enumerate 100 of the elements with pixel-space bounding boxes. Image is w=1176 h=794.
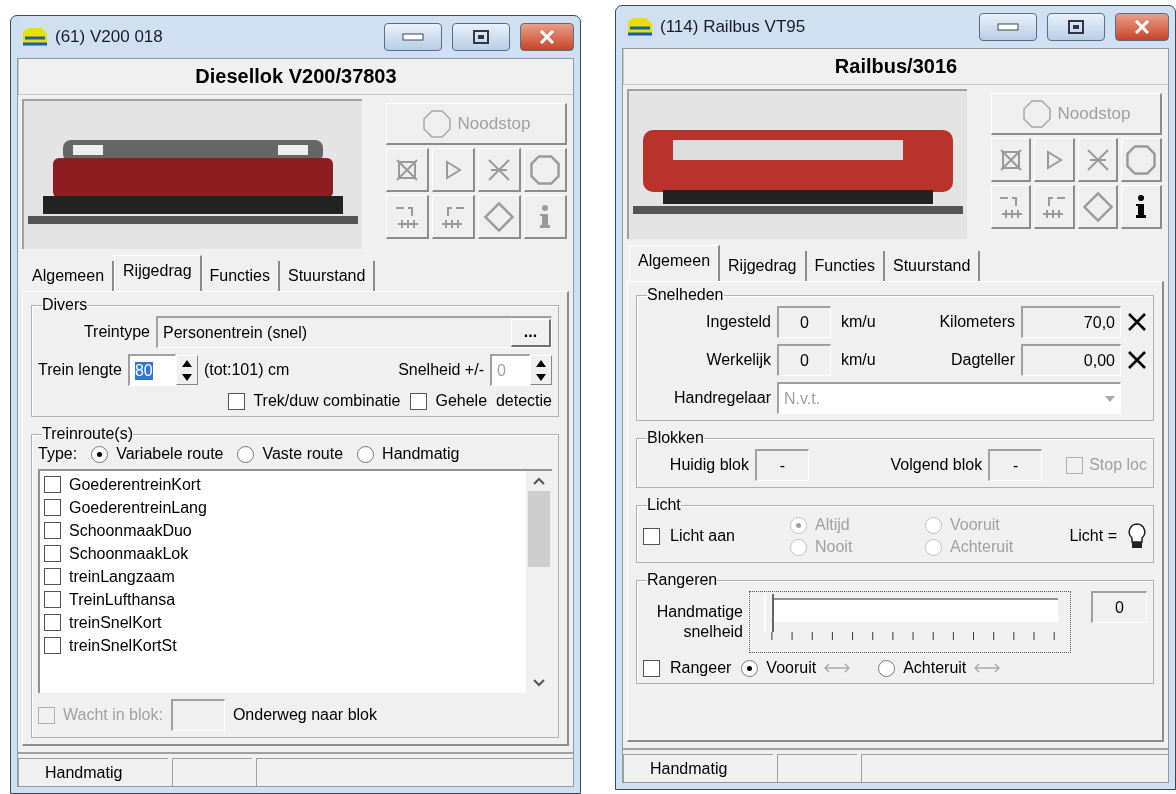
toolbar-button[interactable] (386, 195, 429, 239)
cross-icon[interactable] (1127, 312, 1147, 332)
group-title: Treinroute(s) (42, 425, 133, 443)
close-button[interactable] (520, 23, 574, 51)
field-label: Kilometers (939, 313, 1015, 331)
train-type-field[interactable]: Personentrein (snel) ... (156, 316, 552, 348)
checkbox[interactable] (44, 545, 61, 562)
checkbox[interactable] (643, 659, 660, 677)
checkbox[interactable] (228, 392, 246, 410)
radio-label: Vooruit (950, 516, 1000, 534)
radio-button[interactable] (741, 659, 759, 677)
field-label: Handregelaar (673, 389, 771, 407)
slider-thumb[interactable] (764, 594, 774, 632)
checkbox[interactable] (643, 527, 660, 545)
minimize-button[interactable] (384, 23, 442, 51)
scroll-down-icon (533, 679, 545, 687)
maximize-button[interactable] (452, 23, 510, 51)
window-title: (61) V200 018 (55, 27, 164, 47)
spin-buttons[interactable] (530, 355, 552, 385)
route-name: SchoonmaakLok (69, 544, 189, 563)
route-name: treinSnelKortSt (69, 636, 177, 655)
toolbar-button[interactable] (991, 185, 1032, 229)
restore-icon (473, 30, 489, 44)
radio-button[interactable] (91, 445, 109, 463)
radio-label: Nooit (815, 538, 853, 556)
cross-icon[interactable] (1127, 350, 1147, 370)
train-type-value: Personentrein (snel) (163, 323, 308, 342)
speed-field: 0 (777, 344, 831, 376)
toolbar-button[interactable] (478, 195, 521, 239)
toolbar-button[interactable] (432, 195, 475, 239)
group-title: Divers (42, 296, 88, 314)
field-label: Ingesteld (705, 313, 771, 331)
slider-label: Handmatige snelheid (655, 602, 743, 642)
checkbox[interactable] (44, 614, 61, 631)
length-note: (tot:101) cm (203, 361, 290, 379)
down-arrow-icon (536, 373, 546, 381)
minimize-icon (997, 23, 1019, 31)
checkbox-label: Wacht in blok: (63, 706, 163, 724)
speed-slider[interactable] (749, 591, 1071, 653)
radio-button[interactable] (237, 445, 255, 463)
up-arrow-icon (536, 359, 546, 367)
field-label: Type: (38, 445, 78, 463)
slider-value: 0 (1091, 591, 1147, 623)
group-title: Blokken (647, 429, 704, 447)
checkbox[interactable] (44, 476, 61, 493)
crossed-arrows-icon (1084, 146, 1111, 173)
info-button[interactable] (1121, 185, 1162, 229)
info-icon (538, 203, 552, 230)
double-arrow-icon (974, 663, 1001, 673)
radio-label: Altijd (815, 516, 850, 534)
tab[interactable]: Algemeen (629, 245, 721, 281)
train-logo-icon (626, 16, 654, 38)
group-title: Rangeren (647, 571, 718, 589)
tab[interactable]: Rijgedrag (114, 255, 202, 291)
radio-label: Achteruit (950, 538, 1014, 556)
light-label: Licht = (1069, 527, 1117, 545)
toolbar-button[interactable] (524, 148, 567, 192)
crossed-box-icon (997, 146, 1024, 173)
browse-button[interactable]: ... (511, 318, 551, 347)
info-icon (1134, 193, 1149, 220)
toolbar-button[interactable] (991, 138, 1032, 182)
scroll-up-icon (533, 477, 545, 485)
toolbar-button[interactable] (432, 148, 475, 192)
group-title: Snelheden (647, 286, 724, 304)
radio-button[interactable] (357, 445, 375, 463)
checkbox[interactable] (44, 568, 61, 585)
train-logo-icon (21, 26, 49, 48)
length-input[interactable]: 80 (127, 354, 176, 386)
crossed-arrows-icon (486, 156, 512, 183)
toolbar-button[interactable] (478, 148, 521, 192)
toolbar-button[interactable] (1034, 185, 1075, 229)
close-button[interactable] (1115, 13, 1169, 41)
counter-field: 70,0 (1021, 306, 1121, 338)
field-label: Volgend blok (890, 456, 983, 474)
checkbox[interactable] (44, 522, 61, 539)
field-label: Snelheid +/- (398, 361, 484, 379)
route-name: GoederentreinLang (69, 498, 207, 517)
light-bulb-icon (1127, 522, 1147, 550)
toolbar-button[interactable] (386, 148, 429, 192)
checkbox-label: Licht aan (670, 527, 736, 545)
radio-label: Vaste route (262, 445, 344, 463)
route-name: TreinLufthansa (69, 590, 176, 609)
radio-button[interactable] (878, 659, 896, 677)
close-icon (539, 30, 555, 44)
field-label: Dagteller (950, 351, 1015, 369)
restore-icon (1068, 20, 1084, 34)
checkbox[interactable] (44, 591, 61, 608)
status-text: Onderweg naar blok (232, 706, 377, 724)
double-arrow-icon (824, 663, 851, 673)
minimize-button[interactable] (979, 13, 1037, 41)
checkbox[interactable] (410, 392, 428, 410)
spin-buttons[interactable] (175, 355, 198, 385)
checkbox[interactable] (44, 499, 61, 516)
radio-label: Vooruit (766, 659, 817, 677)
toolbar-button[interactable] (1034, 138, 1075, 182)
radio-label: Variabele route (116, 445, 224, 463)
checkbox[interactable] (44, 637, 61, 654)
maximize-button[interactable] (1047, 13, 1105, 41)
status-mode: Handmatig (623, 754, 773, 782)
wait-block-field[interactable] (170, 699, 225, 731)
